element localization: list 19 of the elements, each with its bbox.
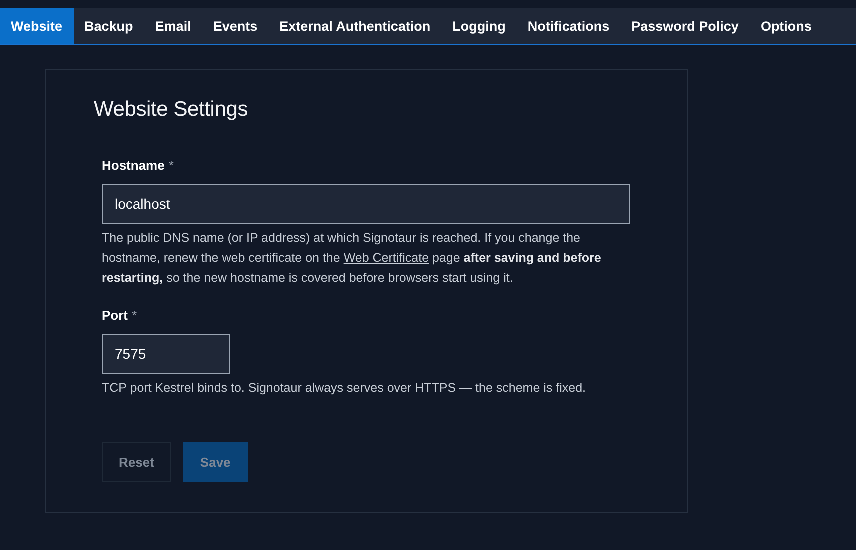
tab[interactable]: Events [202,8,269,44]
input-field[interactable]: localhost [102,184,630,224]
tab[interactable]: Options [750,8,823,44]
tab[interactable]: Website [0,8,74,44]
certificate-link[interactable]: Web Certificate [344,251,430,265]
tab[interactable]: Email [144,8,202,44]
tab[interactable]: Password Policy [620,8,750,44]
help-text: The public DNS name (or IP address) at which Signotaur is reached. If you change the hostname, renew the web certificate on the Web Certificate page after saving and before restarting, so the new hostname is covered before browsers start using it. [102,230,602,287]
input-field[interactable]: 7575 [102,334,230,374]
field-label: Hostname [102,158,165,173]
tab[interactable]: Notifications [516,8,621,44]
field-label: Port [102,308,128,323]
tab[interactable]: Logging [442,8,517,44]
section-title: Website Settings [94,98,249,122]
required-mark: * [168,158,174,173]
help-text: TCP port Kestrel binds to. Signotaur always serves over HTTPS — the scheme is fixed. [102,380,587,397]
required-mark: * [132,308,138,323]
tab[interactable]: Backup [74,8,144,44]
tab[interactable]: External Authentication [268,8,442,44]
